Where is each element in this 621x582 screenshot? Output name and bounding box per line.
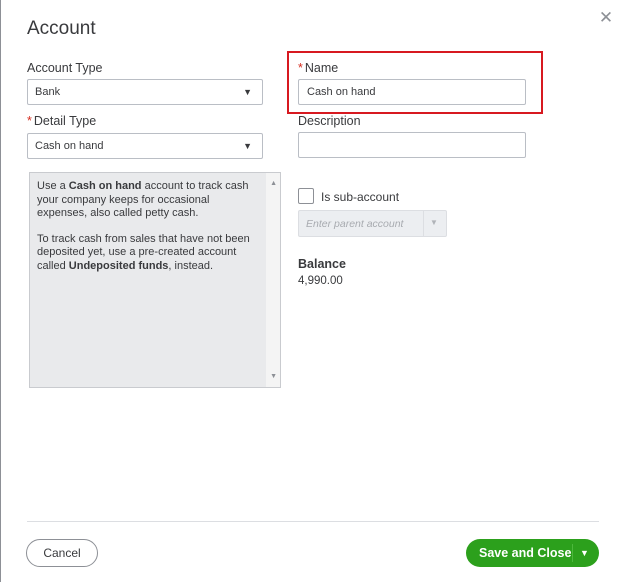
detail-type-label: * Detail Type: [27, 114, 97, 128]
account-type-value: Bank: [35, 86, 61, 98]
footer-divider: [27, 521, 599, 522]
chevron-down-icon[interactable]: ▼: [580, 539, 589, 567]
info-scrollbar[interactable]: ▲ ▼: [266, 173, 280, 387]
dialog-title: Account: [27, 18, 96, 39]
sub-account-label: Is sub-account: [321, 190, 400, 204]
save-button-separator: [572, 544, 573, 562]
balance-label: Balance: [298, 257, 346, 271]
scroll-up-icon[interactable]: ▲: [270, 177, 277, 191]
balance-value: 4,990.00: [298, 275, 343, 287]
close-icon[interactable]: ✕: [597, 9, 615, 27]
chevron-down-icon: ▼: [430, 218, 438, 227]
account-type-select[interactable]: Bank ▼: [27, 79, 263, 105]
parent-account-divider: [423, 211, 424, 236]
parent-account-select: Enter parent account ▼: [298, 210, 447, 237]
sub-account-checkbox[interactable]: [298, 188, 314, 204]
info-text: Use a Cash on hand account to track cash…: [37, 180, 250, 272]
name-highlight-box: [287, 51, 543, 114]
account-type-label: Account Type: [27, 61, 103, 75]
detail-type-select[interactable]: Cash on hand ▼: [27, 133, 263, 159]
window-edge: [0, 0, 1, 582]
save-and-close-button-group[interactable]: Save and Close ▼: [466, 539, 599, 567]
parent-account-placeholder: Enter parent account: [306, 218, 404, 230]
scroll-down-icon[interactable]: ▼: [270, 370, 277, 384]
chevron-down-icon: ▼: [243, 141, 252, 151]
chevron-down-icon: ▼: [243, 87, 252, 97]
detail-type-value: Cash on hand: [35, 140, 104, 152]
detail-type-info-box: Use a Cash on hand account to track cash…: [29, 172, 281, 388]
description-label: Description: [298, 114, 361, 128]
required-mark: *: [27, 114, 32, 128]
description-input[interactable]: [298, 132, 526, 158]
save-and-close-button[interactable]: Save and Close: [479, 539, 571, 567]
cancel-button[interactable]: Cancel: [26, 539, 98, 567]
